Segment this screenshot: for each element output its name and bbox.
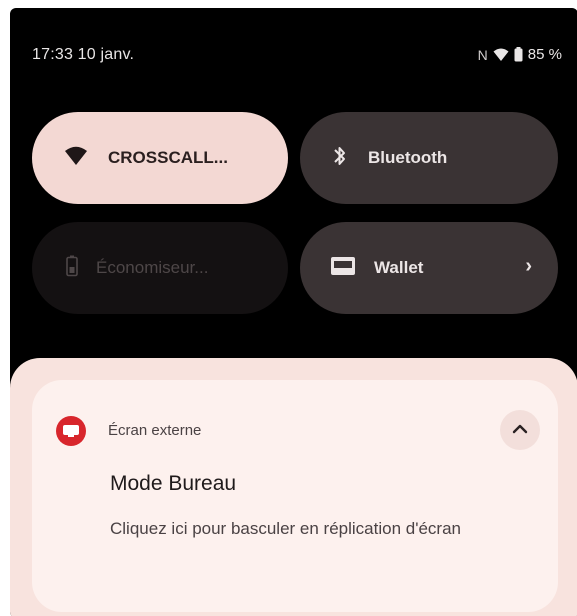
wallet-tile-label: Wallet: [374, 258, 424, 277]
bluetooth-tile[interactable]: Bluetooth: [300, 112, 558, 204]
battery-saver-icon: [66, 255, 78, 282]
wallet-icon: [330, 256, 356, 281]
notification-app-name: Écran externe: [108, 422, 202, 439]
expand-notification-button[interactable]: [500, 410, 540, 450]
external-display-icon: [56, 416, 86, 446]
battery-percent: 85 %: [527, 46, 562, 63]
notification-text: Cliquez ici pour basculer en réplication…: [110, 519, 461, 538]
screen: 17:33 10 janv. N 85 % CROSSCALL... Bluet…: [0, 0, 577, 616]
bluetooth-icon: [332, 144, 348, 173]
wifi-tile[interactable]: CROSSCALL...: [32, 112, 288, 204]
chevron-up-icon: [512, 421, 528, 439]
nfc-icon: N: [477, 46, 488, 63]
notification-title: Mode Bureau: [110, 472, 237, 495]
wifi-signal-icon: [493, 48, 509, 62]
notification-sheet: Écran externe Mode Bureau Cliquez ici po…: [10, 358, 577, 616]
status-icons: N 85 %: [478, 46, 562, 63]
status-time-date: 17:33 10 janv.: [32, 46, 135, 63]
wifi-icon: [64, 146, 88, 171]
battery-saver-tile-label: Économiseur...: [96, 258, 209, 277]
battery-icon: [514, 47, 523, 62]
wallet-tile[interactable]: Wallet ›: [300, 222, 558, 314]
notification-card[interactable]: Écran externe Mode Bureau Cliquez ici po…: [32, 380, 558, 612]
bluetooth-tile-label: Bluetooth: [368, 148, 448, 167]
battery-saver-tile[interactable]: Économiseur...: [32, 222, 288, 314]
status-bar: 17:33 10 janv. N 85 %: [10, 8, 577, 88]
wifi-tile-label: CROSSCALL...: [108, 148, 228, 167]
quick-settings-panel: 17:33 10 janv. N 85 % CROSSCALL... Bluet…: [10, 8, 577, 616]
chevron-right-icon: ›: [525, 255, 532, 277]
